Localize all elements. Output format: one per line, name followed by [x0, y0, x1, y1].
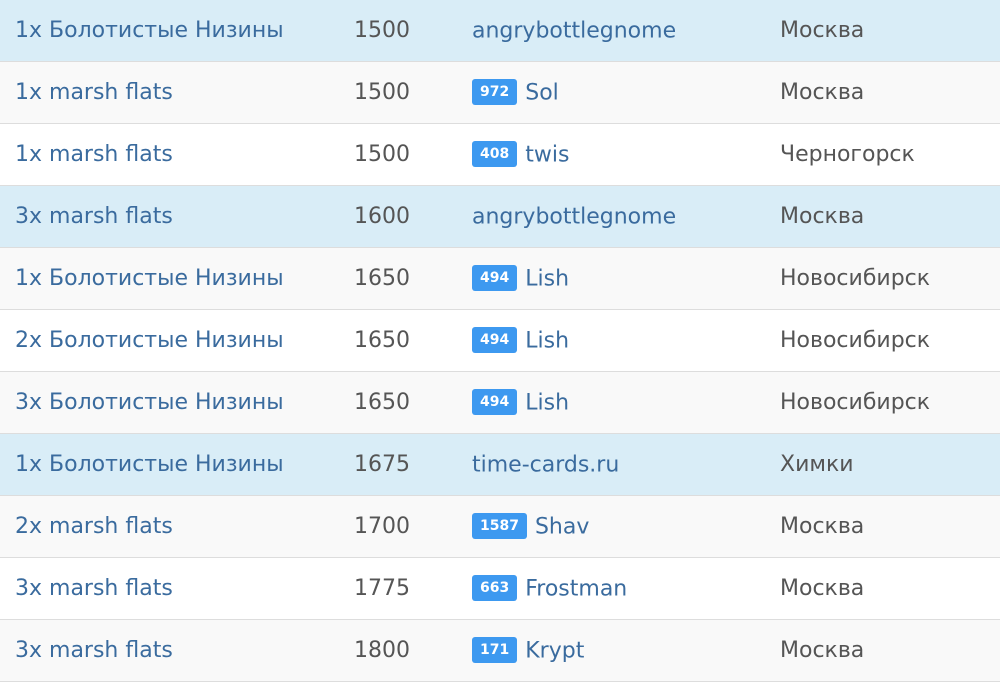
price-cell: 1800 — [354, 638, 410, 663]
price-cell: 1500 — [354, 80, 410, 105]
seller-cell: angrybottlegnome — [472, 0, 676, 61]
card-cell: 1x marsh flats — [15, 124, 173, 185]
city-cell: Москва — [780, 576, 865, 601]
city-cell: Черногорск — [780, 142, 915, 167]
seller-rating-badge: 408 — [472, 141, 518, 167]
table-row: 3x Болотистые Низины 1650 494 Lish Новоси… — [0, 372, 1000, 434]
card-cell: 1x marsh flats — [15, 62, 173, 123]
seller-link[interactable]: Frostman — [525, 577, 627, 602]
seller-link[interactable]: angrybottlegnome — [472, 205, 676, 230]
price-cell: 1500 — [354, 142, 410, 167]
seller-rating-badge: 663 — [472, 575, 518, 601]
card-cell: 1x Болотистые Низины — [15, 434, 284, 495]
seller-cell: 494 Lish — [472, 310, 569, 371]
seller-rating-badge: 972 — [472, 79, 518, 105]
price-cell: 1700 — [354, 514, 410, 539]
card-link[interactable]: 3x marsh flats — [15, 576, 173, 601]
price-cell: 1500 — [354, 18, 410, 43]
card-link[interactable]: 1x Болотистые Низины — [15, 452, 284, 477]
seller-rating-badge: 494 — [472, 389, 518, 415]
price-cell: 1650 — [354, 266, 410, 291]
card-cell: 2x Болотистые Низины — [15, 310, 284, 371]
price-cell: 1600 — [354, 204, 410, 229]
seller-link[interactable]: Lish — [525, 391, 569, 416]
table-row: 1x marsh flats 1500 972 Sol Москва — [0, 62, 1000, 124]
table-row: 1x marsh flats 1500 408 twis Черногорск — [0, 124, 1000, 186]
seller-link[interactable]: twis — [525, 143, 569, 168]
seller-link[interactable]: Lish — [525, 329, 569, 354]
seller-cell: 408 twis — [472, 124, 569, 185]
card-link[interactable]: 3x Болотистые Низины — [15, 390, 284, 415]
card-cell: 3x marsh flats — [15, 186, 173, 247]
city-cell: Новосибирск — [780, 328, 931, 353]
city-cell: Москва — [780, 18, 865, 43]
city-cell: Москва — [780, 514, 865, 539]
seller-cell: 1587 Shav — [472, 496, 589, 557]
city-cell: Новосибирск — [780, 266, 931, 291]
card-link[interactable]: 1x marsh flats — [15, 142, 173, 167]
price-cell: 1675 — [354, 452, 410, 477]
seller-cell: angrybottlegnome — [472, 186, 676, 247]
seller-link[interactable]: Krypt — [525, 639, 584, 664]
card-link[interactable]: 3x marsh flats — [15, 204, 173, 229]
table-row: 3x marsh flats 1600 angrybottlegnome Мос… — [0, 186, 1000, 248]
seller-cell: 494 Lish — [472, 372, 569, 433]
offers-table: 1x Болотистые Низины 1500 angrybottlegno… — [0, 0, 1000, 682]
seller-rating-badge: 494 — [472, 265, 518, 291]
card-cell: 3x Болотистые Низины — [15, 372, 284, 433]
price-cell: 1650 — [354, 328, 410, 353]
table-row: 2x Болотистые Низины 1650 494 Lish Новоси… — [0, 310, 1000, 372]
card-cell: 1x Болотистые Низины — [15, 248, 284, 309]
card-link[interactable]: 2x marsh flats — [15, 514, 173, 539]
seller-rating-badge: 171 — [472, 637, 518, 663]
table-row: 3x marsh flats 1800 171 Krypt Москва — [0, 620, 1000, 682]
seller-link[interactable]: time-cards.ru — [472, 453, 619, 478]
seller-cell: time-cards.ru — [472, 434, 619, 495]
table-row: 1x Болотистые Низины 1500 angrybottlegno… — [0, 0, 1000, 62]
price-cell: 1650 — [354, 390, 410, 415]
card-cell: 3x marsh flats — [15, 620, 173, 681]
card-link[interactable]: 1x Болотистые Низины — [15, 18, 284, 43]
price-cell: 1775 — [354, 576, 410, 601]
card-link[interactable]: 1x Болотистые Низины — [15, 266, 284, 291]
city-cell: Новосибирск — [780, 390, 931, 415]
seller-link[interactable]: Lish — [525, 267, 569, 292]
card-cell: 3x marsh flats — [15, 558, 173, 619]
card-link[interactable]: 1x marsh flats — [15, 80, 173, 105]
seller-cell: 494 Lish — [472, 248, 569, 309]
table-row: 3x marsh flats 1775 663 Frostman Москва — [0, 558, 1000, 620]
seller-link[interactable]: angrybottlegnome — [472, 19, 676, 44]
seller-rating-badge: 1587 — [472, 513, 527, 539]
table-row: 2x marsh flats 1700 1587 Shav Москва — [0, 496, 1000, 558]
seller-link[interactable]: Sol — [525, 81, 559, 106]
card-cell: 1x Болотистые Низины — [15, 0, 284, 61]
card-link[interactable]: 2x Болотистые Низины — [15, 328, 284, 353]
seller-cell: 171 Krypt — [472, 620, 584, 681]
seller-cell: 972 Sol — [472, 62, 559, 123]
seller-cell: 663 Frostman — [472, 558, 627, 619]
card-link[interactable]: 3x marsh flats — [15, 638, 173, 663]
city-cell: Москва — [780, 80, 865, 105]
table-row: 1x Болотистые Низины 1675 time-cards.ru … — [0, 434, 1000, 496]
city-cell: Москва — [780, 638, 865, 663]
seller-link[interactable]: Shav — [535, 515, 589, 540]
seller-rating-badge: 494 — [472, 327, 518, 353]
city-cell: Химки — [780, 452, 854, 477]
city-cell: Москва — [780, 204, 865, 229]
card-cell: 2x marsh flats — [15, 496, 173, 557]
table-row: 1x Болотистые Низины 1650 494 Lish Новоси… — [0, 248, 1000, 310]
